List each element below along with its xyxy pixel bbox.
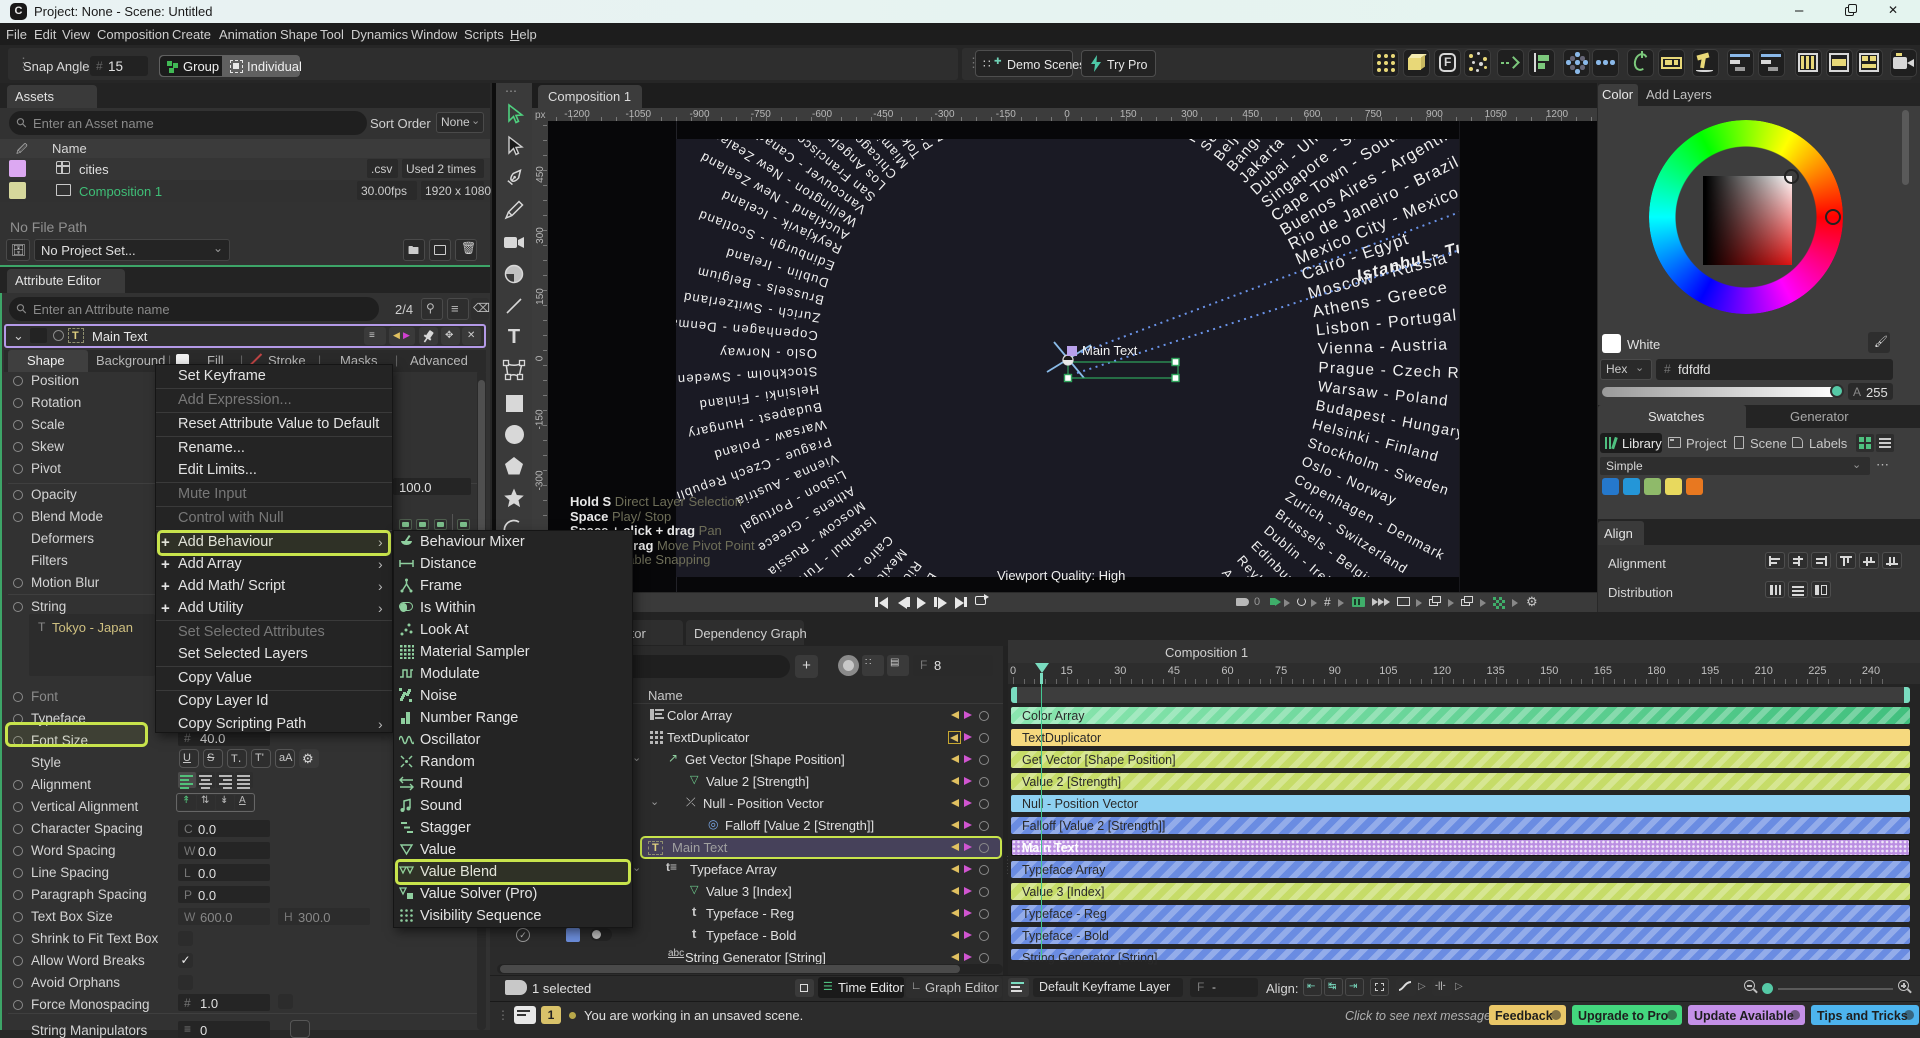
svg-text:Berlin - Germany: Berlin - Germany bbox=[918, 121, 977, 130]
svg-text:Oslo - Norway: Oslo - Norway bbox=[719, 345, 817, 361]
svg-text:Main Text: Main Text bbox=[1082, 343, 1138, 358]
svg-text:Amsterdam - Netherlands: Amsterdam - Netherlands bbox=[919, 121, 991, 124]
svg-text:London - UK: London - UK bbox=[911, 121, 963, 137]
svg-text:Vienna - Austria: Vienna - Austria bbox=[1318, 336, 1449, 358]
svg-text:Wellington - New Zealand: Wellington - New Zealand bbox=[1203, 578, 1311, 592]
svg-text:Stockholm - Sweden: Stockholm - Sweden bbox=[676, 364, 817, 387]
svg-text:Cape Town - South Africa: Cape Town - South Africa bbox=[864, 581, 957, 592]
